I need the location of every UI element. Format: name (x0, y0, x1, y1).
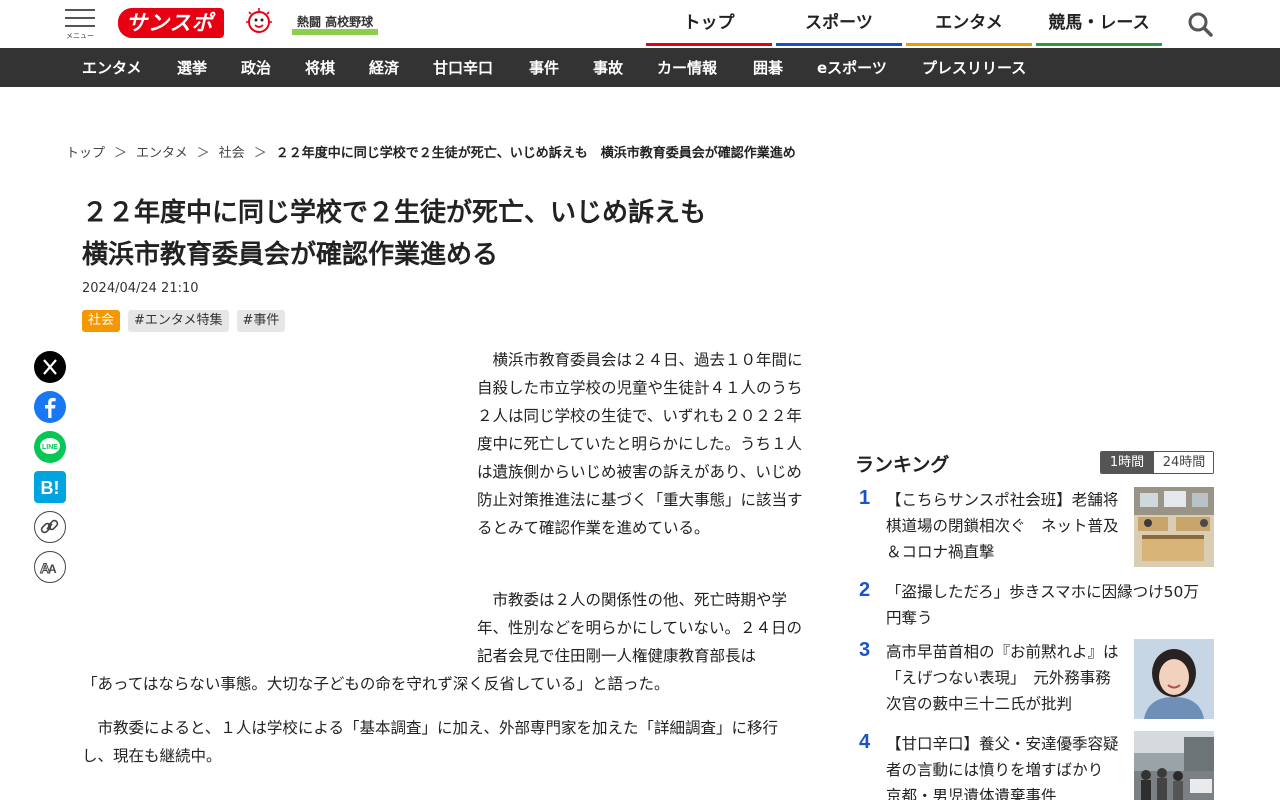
publish-date: 2024/04/24 21:10 (82, 281, 199, 296)
hamburger-icon-bar (65, 17, 95, 19)
subnav-item[interactable]: 事件 (529, 48, 559, 87)
nav-underline (1036, 43, 1162, 46)
breadcrumb: トップ ＞ エンタメ ＞ 社会 ＞ ２２年度中に同じ学校で２生徒が死亡、いじめ訴えも 横浜市… (66, 142, 826, 164)
svg-text:LINE: LINE (42, 444, 58, 451)
ranking-item[interactable]: 2 「盗撮しただろ」歩きスマホに因縁つけ50万円奪う (855, 579, 1215, 631)
share-line-button[interactable]: LINE (34, 431, 66, 463)
ranking-item[interactable]: 4 【甘口辛口】養父・安達優季容疑者の言動には憤りを増すばかり 京都・男児遺体遺… (855, 731, 1215, 800)
ranking-title: ランキング (855, 454, 950, 476)
tag-list: 社会 #エンタメ特集 #事件 (82, 309, 293, 332)
ranking-tabs: 1時間 24時間 (1100, 451, 1214, 474)
breadcrumb-current: ２２年度中に同じ学校で２生徒が死亡、いじめ訴えも 横浜市教育委員会が確認作業進め (275, 146, 796, 161)
ranking-item[interactable]: 1 【こちらサンスポ社会班】老舗将棋道場の閉鎖相次ぐ ネット普及＆コロナ禍直撃 (855, 487, 1215, 567)
portrait-photo (1134, 639, 1214, 719)
article-title: ２２年度中に同じ学校で２生徒が死亡、いじめ訴えも 横浜市教育委員会が確認作業進め… (82, 192, 782, 276)
breadcrumb-item[interactable]: 社会 (219, 142, 245, 161)
nav-underline (776, 43, 902, 46)
category-tag[interactable]: 社会 (82, 310, 121, 332)
rank-number: 3 (859, 639, 871, 661)
ranking-thumbnail (1134, 487, 1214, 567)
breadcrumb-separator: ＞ (114, 146, 128, 161)
breadcrumb-item[interactable]: トップ (66, 142, 105, 161)
hatena-bookmark-icon: B! (41, 478, 60, 498)
x-icon (43, 359, 57, 375)
font-size-button[interactable]: A A (34, 551, 66, 583)
title-line: ２２年度中に同じ学校で２生徒が死亡、いじめ訴えも (82, 198, 707, 228)
copy-link-button[interactable] (34, 511, 66, 543)
sun-face-icon (246, 8, 272, 33)
title-line: 横浜市教育委員会が確認作業進める (82, 240, 499, 270)
share-x-button[interactable] (34, 351, 66, 383)
ranking-panel: ランキング 1時間 24時間 1 【こちらサンスポ社会班】老舗将棋道場の閉鎖相次… (855, 446, 1215, 800)
rank-number: 2 (859, 579, 871, 601)
article-paragraph: 市教委によると、１人は学校による「基本調査」に加え、外部専門家を加えた「詳細調査… (82, 719, 778, 765)
font-size-icon: A A (40, 560, 58, 577)
nav-label: トップ (683, 13, 735, 33)
koshien-link[interactable]: 熱闘 高校野球 (292, 14, 379, 35)
article-paragraph: 横浜市教育委員会は２４日、過去１０年間に自殺した市立学校の児童や生徒計４１人のう… (477, 351, 803, 537)
nav-sports[interactable]: スポーツ (776, 0, 902, 46)
nav-top[interactable]: トップ (646, 0, 772, 46)
subnav-item[interactable]: 選挙 (177, 48, 207, 87)
logo-text: サンスポ (118, 8, 224, 38)
tab-24-hours[interactable]: 24時間 (1153, 452, 1213, 473)
rank-number: 1 (859, 487, 871, 509)
hamburger-icon (65, 9, 95, 11)
subnav-item[interactable]: 囲碁 (753, 48, 783, 87)
subnav-item[interactable]: eスポーツ (817, 48, 887, 87)
article-paragraph-continued: 「あってはならない事態。大切な子どもの命を守れず深く反省している」と語った。 (82, 675, 670, 693)
ranking-headline: 【こちらサンスポ社会班】老舗将棋道場の閉鎖相次ぐ ネット普及＆コロナ禍直撃 (886, 491, 1119, 561)
share-facebook-button[interactable] (34, 391, 66, 423)
nav-underline (906, 43, 1032, 46)
subnav-item[interactable]: 経済 (369, 48, 399, 87)
ranking-thumbnail (1134, 639, 1214, 719)
copy-link-icon (40, 519, 59, 534)
nav-underline (646, 43, 772, 46)
nav-label: エンタメ (935, 13, 1003, 33)
line-icon: LINE (40, 438, 60, 454)
share-hatena-button[interactable]: B! (34, 471, 66, 503)
subnav-item[interactable]: プレスリリース (922, 48, 1026, 87)
site-logo[interactable]: サンスポ (118, 6, 278, 40)
ranking-thumbnail (1134, 731, 1214, 800)
subnav-item[interactable]: 政治 (241, 48, 271, 87)
hamburger-icon-bar (65, 25, 95, 27)
facebook-icon (45, 397, 56, 418)
rank-number: 4 (859, 731, 871, 753)
menu-button[interactable]: メニュー (62, 7, 98, 41)
ranking-headline: 「盗撮しただろ」歩きスマホに因縁つけ50万円奪う (886, 583, 1199, 627)
nav-keiba[interactable]: 競馬・レース (1036, 0, 1162, 46)
category-nav: エンタメ 選挙 政治 将棋 経済 甘口辛口 事件 事故 カー情報 囲碁 eスポー… (0, 48, 1280, 87)
subnav-item[interactable]: 甘口辛口 (433, 48, 493, 87)
tab-1-hour[interactable]: 1時間 (1101, 452, 1153, 473)
subnav-item[interactable]: 事故 (593, 48, 623, 87)
subnav-item[interactable]: カー情報 (657, 48, 717, 87)
site-header: メニュー サンスポ 熱闘 高校野球 トップ スポーツ エンタメ 競馬・レース (0, 0, 1280, 48)
search-icon (1188, 12, 1213, 37)
article-paragraph: 市教委は２人の関係性の他、死亡時期や学年、性別などを明らかにしていない。２４日の… (477, 591, 803, 665)
menu-label: メニュー (66, 32, 94, 40)
nav-entertainment[interactable]: エンタメ (906, 0, 1032, 46)
ranking-headline: 【甘口辛口】養父・安達優季容疑者の言動には憤りを増すばかり 京都・男児遺体遺棄事… (886, 735, 1119, 800)
svg-text:B!: B! (41, 478, 60, 498)
svg-text:A: A (48, 562, 57, 576)
hashtag[interactable]: #事件 (236, 310, 286, 332)
subnav-item[interactable]: エンタメ (82, 48, 142, 87)
ranking-item[interactable]: 3 高市早苗首相の『お前黙れよ』は「えげつない表現」 元外務事務次官の藪中三十二… (855, 639, 1215, 719)
breadcrumb-separator: ＞ (253, 146, 267, 161)
breadcrumb-item[interactable]: エンタメ (136, 142, 188, 161)
breadcrumb-separator: ＞ (196, 146, 210, 161)
search-button[interactable] (1186, 10, 1214, 38)
shogi-dojo-photo (1134, 487, 1214, 567)
street-scene-photo (1134, 731, 1214, 800)
nav-label: 競馬・レース (1048, 13, 1150, 33)
subnav-item[interactable]: 将棋 (305, 48, 335, 87)
hashtag[interactable]: #エンタメ特集 (128, 310, 229, 332)
nav-label: スポーツ (805, 13, 873, 33)
ranking-headline: 高市早苗首相の『お前黙れよ』は「えげつない表現」 元外務事務次官の藪中三十二氏が… (886, 643, 1119, 713)
